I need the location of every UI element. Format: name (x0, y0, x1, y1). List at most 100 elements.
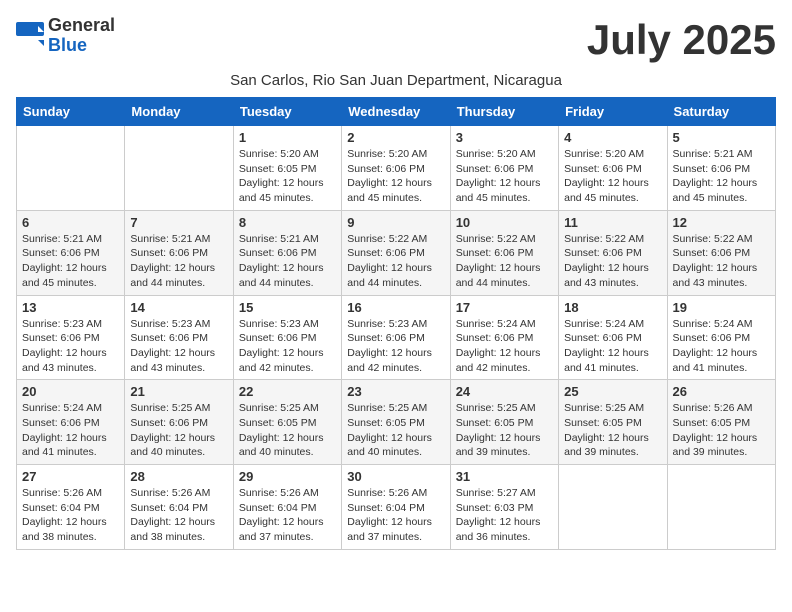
day-number: 21 (130, 384, 227, 399)
day-cell: 20Sunrise: 5:24 AMSunset: 6:06 PMDayligh… (17, 380, 125, 465)
day-number: 27 (22, 469, 119, 484)
day-cell: 5 Sunrise: 5:21 AMSunset: 6:06 PMDaylight… (667, 126, 775, 211)
day-number: 28 (130, 469, 227, 484)
day-cell: 25Sunrise: 5:25 AMSunset: 6:05 PMDayligh… (559, 380, 667, 465)
day-info: Sunrise: 5:24 AMSunset: 6:06 PMDaylight:… (564, 317, 661, 376)
day-cell (559, 465, 667, 550)
day-cell: 31Sunrise: 5:27 AMSunset: 6:03 PMDayligh… (450, 465, 558, 550)
day-cell: 1Sunrise: 5:20 AMSunset: 6:05 PMDaylight… (233, 126, 341, 211)
weekday-header-friday: Friday (559, 98, 667, 126)
weekday-header-monday: Monday (125, 98, 233, 126)
weekday-header-wednesday: Wednesday (342, 98, 450, 126)
day-number: 8 (239, 215, 336, 230)
day-info: Sunrise: 5:22 AMSunset: 6:06 PMDaylight:… (347, 232, 444, 291)
weekday-header-row: SundayMondayTuesdayWednesdayThursdayFrid… (17, 98, 776, 126)
day-cell: 3 Sunrise: 5:20 AMSunset: 6:06 PMDaylight… (450, 126, 558, 211)
day-number: 7 (130, 215, 227, 230)
week-row-2: 6Sunrise: 5:21 AMSunset: 6:06 PMDaylight… (17, 210, 776, 295)
day-cell: 19 Sunrise: 5:24 AMSunset: 6:06 PMDayligh… (667, 295, 775, 380)
day-number: 19 (673, 300, 770, 315)
subtitle: San Carlos, Rio San Juan Department, Nic… (16, 72, 776, 89)
weekday-header-saturday: Saturday (667, 98, 775, 126)
day-info: Sunrise: 5:26 AMSunset: 6:04 PMDaylight:… (22, 486, 119, 545)
day-cell: 27 Sunrise: 5:26 AMSunset: 6:04 PMDayligh… (17, 465, 125, 550)
weekday-header-tuesday: Tuesday (233, 98, 341, 126)
day-cell: 9 Sunrise: 5:22 AMSunset: 6:06 PMDaylight… (342, 210, 450, 295)
day-info: Sunrise: 5:21 AMSunset: 6:06 PMDaylight:… (22, 232, 119, 291)
day-number: 3 (456, 130, 553, 145)
day-info: Sunrise: 5:26 AMSunset: 6:04 PMDaylight:… (239, 486, 336, 545)
day-info: Sunrise: 5:22 AMSunset: 6:06 PMDaylight:… (564, 232, 661, 291)
day-number: 15 (239, 300, 336, 315)
day-info: Sunrise: 5:25 AMSunset: 6:06 PMDaylight:… (130, 401, 227, 460)
day-number: 2 (347, 130, 444, 145)
day-number: 23 (347, 384, 444, 399)
day-cell: 12 Sunrise: 5:22 AMSunset: 6:06 PMDayligh… (667, 210, 775, 295)
week-row-4: 20Sunrise: 5:24 AMSunset: 6:06 PMDayligh… (17, 380, 776, 465)
logo: General Blue (16, 16, 115, 56)
day-number: 26 (673, 384, 770, 399)
day-info: Sunrise: 5:26 AMSunset: 6:04 PMDaylight:… (347, 486, 444, 545)
day-number: 5 (673, 130, 770, 145)
calendar-table: SundayMondayTuesdayWednesdayThursdayFrid… (16, 97, 776, 550)
day-cell: 21 Sunrise: 5:25 AMSunset: 6:06 PMDayligh… (125, 380, 233, 465)
month-title: July 2025 (587, 16, 776, 64)
logo-text: General Blue (48, 16, 115, 56)
day-cell: 29Sunrise: 5:26 AMSunset: 6:04 PMDayligh… (233, 465, 341, 550)
day-info: Sunrise: 5:20 AMSunset: 6:06 PMDaylight:… (347, 147, 444, 206)
day-number: 25 (564, 384, 661, 399)
day-cell: 4 Sunrise: 5:20 AMSunset: 6:06 PMDaylight… (559, 126, 667, 211)
day-info: Sunrise: 5:26 AMSunset: 6:05 PMDaylight:… (673, 401, 770, 460)
day-cell: 6Sunrise: 5:21 AMSunset: 6:06 PMDaylight… (17, 210, 125, 295)
day-info: Sunrise: 5:25 AMSunset: 6:05 PMDaylight:… (239, 401, 336, 460)
day-number: 12 (673, 215, 770, 230)
day-cell: 24 Sunrise: 5:25 AMSunset: 6:05 PMDayligh… (450, 380, 558, 465)
day-cell: 7Sunrise: 5:21 AMSunset: 6:06 PMDaylight… (125, 210, 233, 295)
day-info: Sunrise: 5:27 AMSunset: 6:03 PMDaylight:… (456, 486, 553, 545)
day-number: 22 (239, 384, 336, 399)
header: General Blue July 2025 (16, 16, 776, 64)
day-info: Sunrise: 5:23 AMSunset: 6:06 PMDaylight:… (22, 317, 119, 376)
day-number: 17 (456, 300, 553, 315)
day-number: 4 (564, 130, 661, 145)
day-info: Sunrise: 5:22 AMSunset: 6:06 PMDaylight:… (673, 232, 770, 291)
day-info: Sunrise: 5:26 AMSunset: 6:04 PMDaylight:… (130, 486, 227, 545)
day-info: Sunrise: 5:20 AMSunset: 6:06 PMDaylight:… (456, 147, 553, 206)
day-info: Sunrise: 5:23 AMSunset: 6:06 PMDaylight:… (130, 317, 227, 376)
day-number: 9 (347, 215, 444, 230)
day-info: Sunrise: 5:22 AMSunset: 6:06 PMDaylight:… (456, 232, 553, 291)
day-number: 1 (239, 130, 336, 145)
logo-blue: Blue (48, 35, 87, 55)
day-number: 18 (564, 300, 661, 315)
day-cell: 2 Sunrise: 5:20 AMSunset: 6:06 PMDaylight… (342, 126, 450, 211)
day-cell: 15Sunrise: 5:23 AMSunset: 6:06 PMDayligh… (233, 295, 341, 380)
day-cell: 14 Sunrise: 5:23 AMSunset: 6:06 PMDayligh… (125, 295, 233, 380)
day-number: 16 (347, 300, 444, 315)
day-info: Sunrise: 5:24 AMSunset: 6:06 PMDaylight:… (22, 401, 119, 460)
day-number: 14 (130, 300, 227, 315)
weekday-header-sunday: Sunday (17, 98, 125, 126)
day-number: 10 (456, 215, 553, 230)
logo-general: General (48, 15, 115, 35)
day-cell: 10 Sunrise: 5:22 AMSunset: 6:06 PMDayligh… (450, 210, 558, 295)
day-number: 30 (347, 469, 444, 484)
day-cell: 22 Sunrise: 5:25 AMSunset: 6:05 PMDayligh… (233, 380, 341, 465)
logo-icon (16, 22, 44, 50)
day-info: Sunrise: 5:24 AMSunset: 6:06 PMDaylight:… (456, 317, 553, 376)
day-info: Sunrise: 5:23 AMSunset: 6:06 PMDaylight:… (347, 317, 444, 376)
day-cell: 13 Sunrise: 5:23 AMSunset: 6:06 PMDayligh… (17, 295, 125, 380)
day-number: 13 (22, 300, 119, 315)
weekday-header-thursday: Thursday (450, 98, 558, 126)
week-row-3: 13 Sunrise: 5:23 AMSunset: 6:06 PMDayligh… (17, 295, 776, 380)
day-cell: 11Sunrise: 5:22 AMSunset: 6:06 PMDayligh… (559, 210, 667, 295)
day-cell: 28 Sunrise: 5:26 AMSunset: 6:04 PMDayligh… (125, 465, 233, 550)
day-info: Sunrise: 5:24 AMSunset: 6:06 PMDaylight:… (673, 317, 770, 376)
day-info: Sunrise: 5:20 AMSunset: 6:06 PMDaylight:… (564, 147, 661, 206)
day-cell: 30 Sunrise: 5:26 AMSunset: 6:04 PMDayligh… (342, 465, 450, 550)
day-cell: 23 Sunrise: 5:25 AMSunset: 6:05 PMDayligh… (342, 380, 450, 465)
day-info: Sunrise: 5:21 AMSunset: 6:06 PMDaylight:… (673, 147, 770, 206)
day-info: Sunrise: 5:25 AMSunset: 6:05 PMDaylight:… (456, 401, 553, 460)
day-cell: 17 Sunrise: 5:24 AMSunset: 6:06 PMDayligh… (450, 295, 558, 380)
day-number: 24 (456, 384, 553, 399)
day-info: Sunrise: 5:25 AMSunset: 6:05 PMDaylight:… (347, 401, 444, 460)
